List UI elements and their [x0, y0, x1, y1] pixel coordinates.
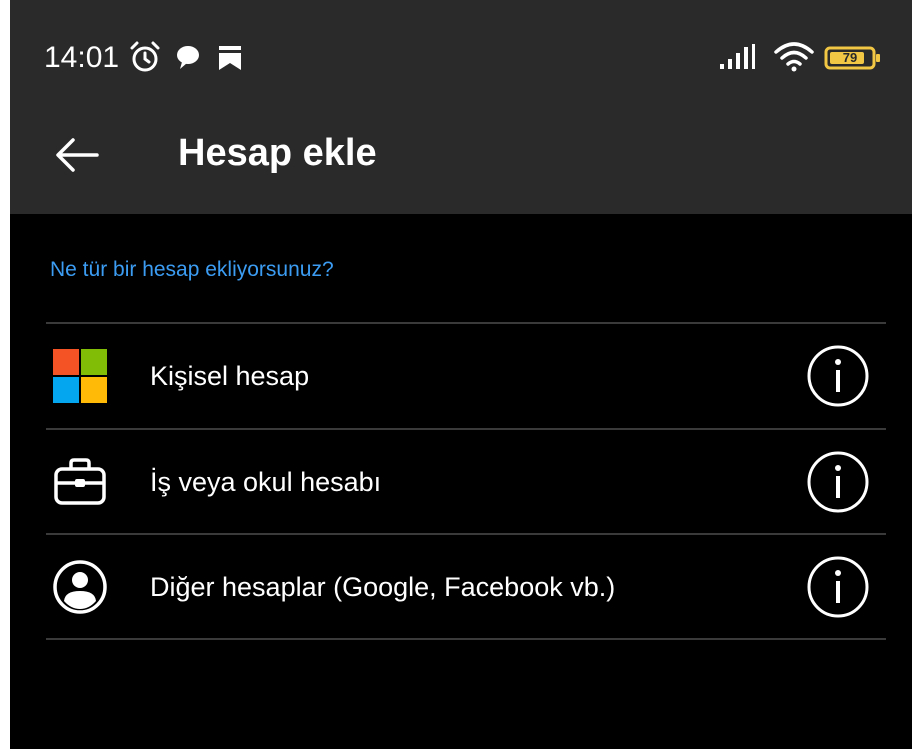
user-circle-icon [50, 557, 110, 617]
account-type-prompt: Ne tür bir hesap ekliyorsunuz? [50, 258, 334, 281]
personal-account-option[interactable]: Kişisel hesap [46, 324, 886, 428]
alarm-icon [128, 40, 162, 79]
wifi-icon [774, 42, 814, 77]
account-option-label: Diğer hesaplar (Google, Facebook vb.) [150, 572, 616, 602]
back-button[interactable] [40, 118, 114, 192]
phone-screen: 14:01 79 Hesap ekle Ne tür bir hesap ekl… [10, 0, 912, 749]
microsoft-logo-icon [50, 346, 110, 406]
arrow-left-icon [56, 138, 99, 172]
account-option-label: Kişisel hesap [150, 361, 310, 391]
info-icon [807, 451, 869, 513]
info-button[interactable] [806, 555, 870, 619]
briefcase-icon [50, 452, 110, 512]
info-button[interactable] [806, 450, 870, 514]
chat-bubble-icon [172, 40, 204, 79]
bookmark-icon [215, 40, 245, 79]
app-header: 14:01 79 Hesap ekle [10, 0, 912, 214]
divider [46, 638, 886, 640]
status-time: 14:01 [44, 41, 120, 74]
page-title: Hesap ekle [178, 132, 377, 174]
status-bar: 14:01 79 [10, 26, 912, 86]
work-school-account-option[interactable]: İş veya okul hesabı [46, 430, 886, 534]
signal-icon [718, 44, 758, 75]
account-option-label: İş veya okul hesabı [150, 467, 382, 497]
info-icon [807, 556, 869, 618]
info-button[interactable] [806, 344, 870, 408]
other-accounts-option[interactable]: Diğer hesaplar (Google, Facebook vb.) [46, 535, 886, 639]
info-icon [807, 345, 869, 407]
battery-level: 79 [842, 50, 858, 65]
